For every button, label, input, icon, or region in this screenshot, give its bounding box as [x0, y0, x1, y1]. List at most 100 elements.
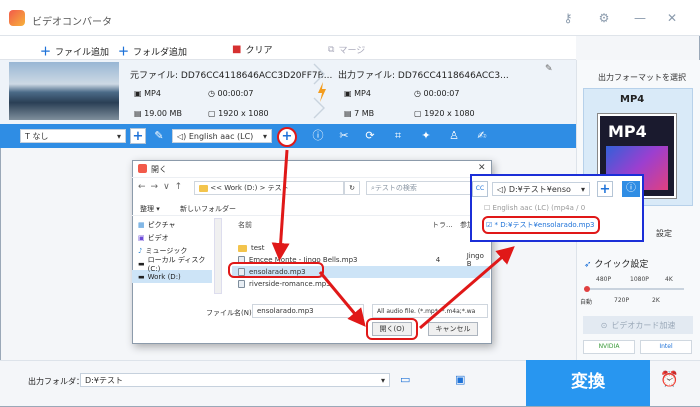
nav-item-local-disk[interactable]: ▬ ローカル ディスク (C:) [132, 256, 212, 273]
conversion-arrow-icon [313, 63, 326, 119]
select-format-label: 出力フォーマットを選択 [598, 73, 686, 82]
checkbox-unchecked[interactable]: ☐ [484, 204, 493, 212]
out-resolution: ▢ 1920 x 1080 [414, 109, 475, 118]
add-folder-button[interactable]: ＋フォルダ追加 [118, 43, 187, 59]
alarm-clock-icon[interactable]: ⏰ [660, 370, 679, 388]
key-icon[interactable]: ⚷ [560, 10, 576, 26]
checkbox-checked[interactable]: ☑ [486, 221, 495, 229]
merge-button[interactable]: ⧉ マージ [328, 43, 365, 57]
output-folder-field[interactable]: D:¥テスト ▾ [80, 373, 390, 387]
file-type-filter[interactable]: All audio file. (*.mp*, *.m4a;*.wa [372, 304, 488, 318]
highlight-ring-open [366, 318, 418, 340]
src-duration: ◷ 00:00:07 [208, 89, 254, 98]
quality-slider-thumb[interactable] [584, 286, 590, 292]
merge-icon: ⧉ [328, 44, 335, 55]
dialog-title: 開く [151, 165, 167, 174]
watermark-icon[interactable]: ♙ [446, 128, 462, 144]
subtitle-pen-icon[interactable]: ✍ [474, 128, 490, 144]
callout-audio-dropdown[interactable]: ◁) D:¥テスト¥enso ▾ [492, 182, 590, 196]
plus-icon: ＋ [40, 45, 51, 58]
rotate-icon[interactable]: ⟳ [362, 128, 378, 144]
tick-auto: 自動 [580, 299, 593, 306]
tick-480p: 480P [596, 276, 612, 283]
audio-option-english[interactable]: ☐ English aac (LC) (mp4a / 0 [484, 204, 585, 212]
chevron-down-icon: ▾ [380, 375, 385, 385]
drive-icon: ▬ [138, 272, 145, 281]
folder-icon [199, 184, 208, 192]
tick-2k: 2K [652, 297, 660, 304]
search-field[interactable]: ⌕ テストの検索 [366, 181, 484, 195]
browse-folder-icon[interactable]: ▭ [400, 373, 410, 386]
gpu-accel-button[interactable]: ⊙ ビデオカード加速 [583, 316, 693, 334]
add-subtitle-button[interactable]: + [130, 128, 146, 144]
callout-add-audio-button[interactable]: + [597, 181, 613, 197]
out-size: ▤ 7 MB [344, 109, 375, 118]
subtitle-dropdown[interactable]: T なし ▾ [20, 129, 126, 143]
chevron-down-icon: ▾ [116, 131, 121, 141]
nav-scrollbar[interactable] [214, 218, 222, 294]
audio-dropdown[interactable]: ◁) English aac (LC) ▾ [172, 129, 272, 143]
speaker-icon: ◁) [177, 131, 189, 141]
crop-icon[interactable]: ⌗ [390, 128, 406, 144]
settings-gear-icon[interactable]: ⚙ [596, 10, 612, 26]
nav-item-pictures[interactable]: ▦ ピクチャ [132, 218, 212, 231]
highlight-ring-file [228, 262, 324, 278]
scissors-icon[interactable]: ✂ [336, 128, 352, 144]
chevron-down-icon: ▾ [580, 184, 585, 194]
cancel-button[interactable]: キャンセル [428, 322, 478, 336]
address-bar[interactable]: << Work (D:) > テスト [194, 181, 344, 195]
dialog-titlebar [132, 160, 492, 178]
add-audio-button[interactable]: + [277, 127, 297, 147]
new-folder-button[interactable]: 新しいフォルダー [180, 204, 236, 214]
list-item[interactable]: riverside-romance.mp3 [232, 278, 490, 290]
clear-button[interactable]: ■ クリア [232, 43, 272, 56]
intel-badge: Intel [640, 340, 692, 354]
minimize-icon[interactable]: — [632, 10, 648, 26]
src-resolution: ▢ 1920 x 1080 [208, 109, 269, 118]
app-title: ビデオコンバータ [32, 17, 112, 28]
info-icon[interactable]: ⓘ [310, 128, 326, 144]
tick-4k: 4K [665, 276, 673, 283]
callout-info-icon[interactable]: ⓘ [622, 181, 640, 197]
pictures-icon: ▦ [138, 220, 145, 229]
out-format: ▣ MP4 [344, 89, 371, 98]
subtitle-cc-icon: CC [472, 181, 488, 197]
nav-arrows[interactable]: ←→∨↑ [138, 182, 187, 192]
dialog-close-icon[interactable]: ✕ [478, 163, 486, 173]
src-format: ▣ MP4 [134, 89, 161, 98]
output-file-label: 出力ファイル: DD76CC4118646ACC3... [338, 71, 509, 81]
filename-label: ファイル名(N): [206, 309, 255, 317]
file-list: test Emcee Monte - Jingo Bells.mp3 4 Jingo… [232, 218, 490, 300]
trash-icon: ■ [232, 44, 242, 55]
tick-1080p: 1080P [630, 276, 649, 283]
filename-input[interactable]: ensolarado.mp3 [252, 304, 364, 318]
source-file-label: 元ファイル: DD76CC4118646ACC3D20FF7B... [130, 71, 333, 81]
list-item[interactable]: test [232, 242, 490, 254]
tick-720p: 720P [614, 297, 630, 304]
organize-button[interactable]: 整理 ▾ [140, 204, 160, 214]
video-thumbnail[interactable] [9, 62, 119, 120]
edit-output-icon[interactable]: ✎ [545, 64, 553, 74]
refresh-button[interactable]: ↻ [344, 181, 360, 195]
music-icon: ♪ [138, 246, 143, 255]
quick-settings: ➶ クイック設定 [584, 260, 649, 270]
chevron-down-icon: ▾ [262, 131, 267, 141]
divider [132, 215, 492, 216]
rocket-icon: ➶ [584, 260, 595, 270]
video-icon: ▣ [138, 233, 145, 242]
speaker-icon: ◁) [497, 184, 509, 194]
nvidia-badge: NVIDIA [583, 340, 635, 354]
app-logo-icon [9, 10, 25, 26]
quality-slider[interactable] [584, 288, 684, 290]
disk-icon: ▬ [138, 259, 145, 268]
subtitle-edit-icon[interactable]: ✎ [151, 128, 167, 144]
settings-label[interactable]: 設定 [656, 228, 672, 239]
effect-wand-icon[interactable]: ✦ [418, 128, 434, 144]
close-icon[interactable]: ✕ [664, 10, 680, 26]
audio-option-ensolarado[interactable]: ☑ * D:¥テスト¥ensolarado.mp3 [486, 220, 595, 230]
audio-file-icon [238, 280, 245, 288]
nav-item-videos[interactable]: ▣ ビデオ [132, 231, 212, 244]
convert-button[interactable]: 変換 [526, 360, 650, 406]
open-folder-icon[interactable]: ▣ [455, 373, 465, 386]
add-file-button[interactable]: ＋ファイル追加 [40, 43, 109, 59]
